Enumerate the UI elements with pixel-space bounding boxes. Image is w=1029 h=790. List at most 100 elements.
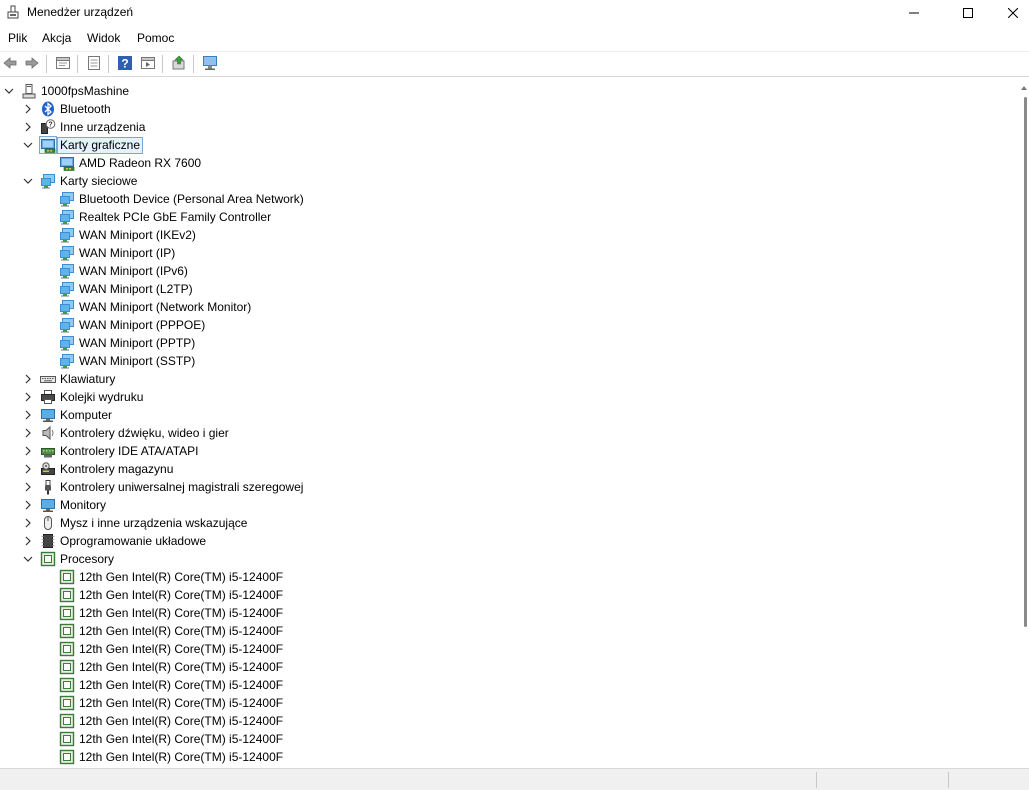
tree-device-row[interactable]: WAN Miniport (PPPOE) [0, 316, 1000, 334]
tree-item-label: Mysz i inne urządzenia wskazujące [60, 516, 248, 530]
tree-category-row[interactable]: Monitory [0, 496, 1000, 514]
tree-device-row[interactable]: WAN Miniport (PPTP) [0, 334, 1000, 352]
menu-widok[interactable]: Widok [87, 31, 120, 45]
close-button[interactable] [990, 0, 1029, 26]
help-icon[interactable]: ? [117, 55, 133, 71]
cpu-icon [59, 713, 75, 729]
tree-item-label: 12th Gen Intel(R) Core(TM) i5-12400F [79, 678, 284, 692]
chevron-down-icon[interactable] [4, 86, 14, 96]
device-manager-icon [7, 5, 19, 19]
scrollbar-thumb[interactable] [1024, 97, 1027, 627]
tree-root-row[interactable]: 1000fpsMashine [0, 82, 1000, 100]
menu-pomoc[interactable]: Pomoc [137, 31, 174, 45]
chevron-right-icon[interactable] [23, 104, 33, 114]
tree-item-label: AMD Radeon RX 7600 [79, 156, 202, 170]
tree-item-label: WAN Miniport (Network Monitor) [79, 300, 252, 314]
computer-icon [22, 84, 36, 99]
window-title: Menedżer urządzeń [27, 5, 134, 19]
chevron-right-icon[interactable] [23, 392, 33, 402]
action-icon[interactable] [140, 55, 156, 71]
tree-item-label: WAN Miniport (PPTP) [79, 336, 196, 350]
tree-category-row[interactable]: Kontrolery magazynu [0, 460, 1000, 478]
tree-device-row[interactable]: Bluetooth Device (Personal Area Network) [0, 190, 1000, 208]
speaker-icon [42, 425, 54, 441]
tree-device-row[interactable]: WAN Miniport (IPv6) [0, 262, 1000, 280]
tree-device-row[interactable]: 12th Gen Intel(R) Core(TM) i5-12400F [0, 640, 1000, 658]
display-adapter-icon [39, 136, 57, 154]
maximize-button[interactable] [945, 0, 991, 26]
chevron-down-icon[interactable] [23, 140, 33, 150]
ide-controller-icon [41, 448, 55, 458]
tree-device-row[interactable]: AMD Radeon RX 7600 [0, 154, 1000, 172]
tree-device-row[interactable]: 12th Gen Intel(R) Core(TM) i5-12400F [0, 694, 1000, 712]
tree-item-label: Bluetooth [60, 102, 111, 116]
tree-device-row[interactable]: 12th Gen Intel(R) Core(TM) i5-12400F [0, 586, 1000, 604]
chevron-right-icon[interactable] [23, 500, 33, 510]
tree-category-row[interactable]: Komputer [0, 406, 1000, 424]
tree-category-row[interactable]: ? Inne urządzenia [0, 118, 1000, 136]
tree-category-row[interactable]: Klawiatury [0, 370, 1000, 388]
tree-item-label: Monitory [60, 498, 107, 512]
firmware-icon [41, 534, 55, 548]
status-bar [0, 768, 1029, 790]
tree-item-label: WAN Miniport (PPPOE) [79, 318, 206, 332]
chevron-right-icon[interactable] [23, 464, 33, 474]
tree-device-row[interactable]: 12th Gen Intel(R) Core(TM) i5-12400F [0, 568, 1000, 586]
network-adapter-icon [60, 336, 74, 351]
tree-device-row[interactable]: WAN Miniport (SSTP) [0, 352, 1000, 370]
tree-category-row[interactable]: Kontrolery uniwersalnej magistrali szere… [0, 478, 1000, 496]
tree-item-label: Karty sieciowe [60, 174, 138, 188]
tree-device-row[interactable]: 12th Gen Intel(R) Core(TM) i5-12400F [0, 622, 1000, 640]
tree-category-row[interactable]: Mysz i inne urządzenia wskazujące [0, 514, 1000, 532]
tree-device-row[interactable]: WAN Miniport (IKEv2) [0, 226, 1000, 244]
chevron-right-icon[interactable] [23, 122, 33, 132]
chevron-down-icon[interactable] [23, 554, 33, 564]
update-driver-icon[interactable] [171, 55, 187, 71]
tree-category-row[interactable]: Karty sieciowe [0, 172, 1000, 190]
show-hidden-icon[interactable] [86, 55, 102, 71]
tree-device-row[interactable]: 12th Gen Intel(R) Core(TM) i5-12400F [0, 712, 1000, 730]
tree-device-row[interactable]: WAN Miniport (IP) [0, 244, 1000, 262]
tree-device-row[interactable]: 12th Gen Intel(R) Core(TM) i5-12400F [0, 604, 1000, 622]
cpu-icon [59, 659, 75, 675]
tree-item-label: Kontrolery magazynu [60, 462, 174, 476]
tree-category-row[interactable]: Oprogramowanie układowe [0, 532, 1000, 550]
tree-item-label: Kolejki wydruku [60, 390, 144, 404]
menu-akcja[interactable]: Akcja [42, 31, 71, 45]
chevron-right-icon[interactable] [23, 446, 33, 456]
tree-device-row[interactable]: WAN Miniport (Network Monitor) [0, 298, 1000, 316]
chevron-right-icon[interactable] [23, 410, 33, 420]
forward-icon[interactable] [24, 55, 40, 71]
scan-hardware-icon[interactable] [202, 55, 218, 71]
minimize-button[interactable] [891, 0, 937, 26]
tree-device-row[interactable]: 12th Gen Intel(R) Core(TM) i5-12400F [0, 730, 1000, 748]
tree-device-row[interactable]: 12th Gen Intel(R) Core(TM) i5-12400F [0, 748, 1000, 766]
tree-category-row[interactable]: Karty graficzne [0, 136, 1000, 154]
device-tree[interactable]: 1000fpsMashine Bluetooth? Inne urządzenia K… [0, 82, 1018, 766]
chevron-down-icon[interactable] [23, 176, 33, 186]
tree-device-row[interactable]: 12th Gen Intel(R) Core(TM) i5-12400F [0, 676, 1000, 694]
tree-category-row[interactable]: Bluetooth [0, 100, 1000, 118]
back-icon[interactable] [2, 55, 18, 71]
chevron-right-icon[interactable] [23, 428, 33, 438]
tree-category-row[interactable]: Kolejki wydruku [0, 388, 1000, 406]
chevron-right-icon[interactable] [23, 518, 33, 528]
chevron-right-icon[interactable] [23, 374, 33, 384]
menu-plik[interactable]: Plik [8, 31, 27, 45]
svg-text:?: ? [48, 122, 52, 129]
properties-icon[interactable] [55, 55, 71, 71]
chevron-right-icon[interactable] [23, 536, 33, 546]
tree-item-label: 12th Gen Intel(R) Core(TM) i5-12400F [79, 588, 284, 602]
tree-device-row[interactable]: Realtek PCIe GbE Family Controller [0, 208, 1000, 226]
network-adapter-icon [60, 246, 74, 261]
tree-category-row[interactable]: Kontrolery dźwięku, wideo i gier [0, 424, 1000, 442]
network-adapter-icon [60, 318, 74, 333]
tree-item-label: Inne urządzenia [60, 120, 146, 134]
chevron-right-icon[interactable] [23, 482, 33, 492]
mouse-icon [44, 516, 52, 530]
tree-category-row[interactable]: Kontrolery IDE ATA/ATAPI [0, 442, 1000, 460]
tree-category-row[interactable]: Procesory [0, 550, 1000, 568]
scroll-up-arrow-icon[interactable] [1021, 85, 1027, 91]
tree-device-row[interactable]: WAN Miniport (L2TP) [0, 280, 1000, 298]
tree-device-row[interactable]: 12th Gen Intel(R) Core(TM) i5-12400F [0, 658, 1000, 676]
